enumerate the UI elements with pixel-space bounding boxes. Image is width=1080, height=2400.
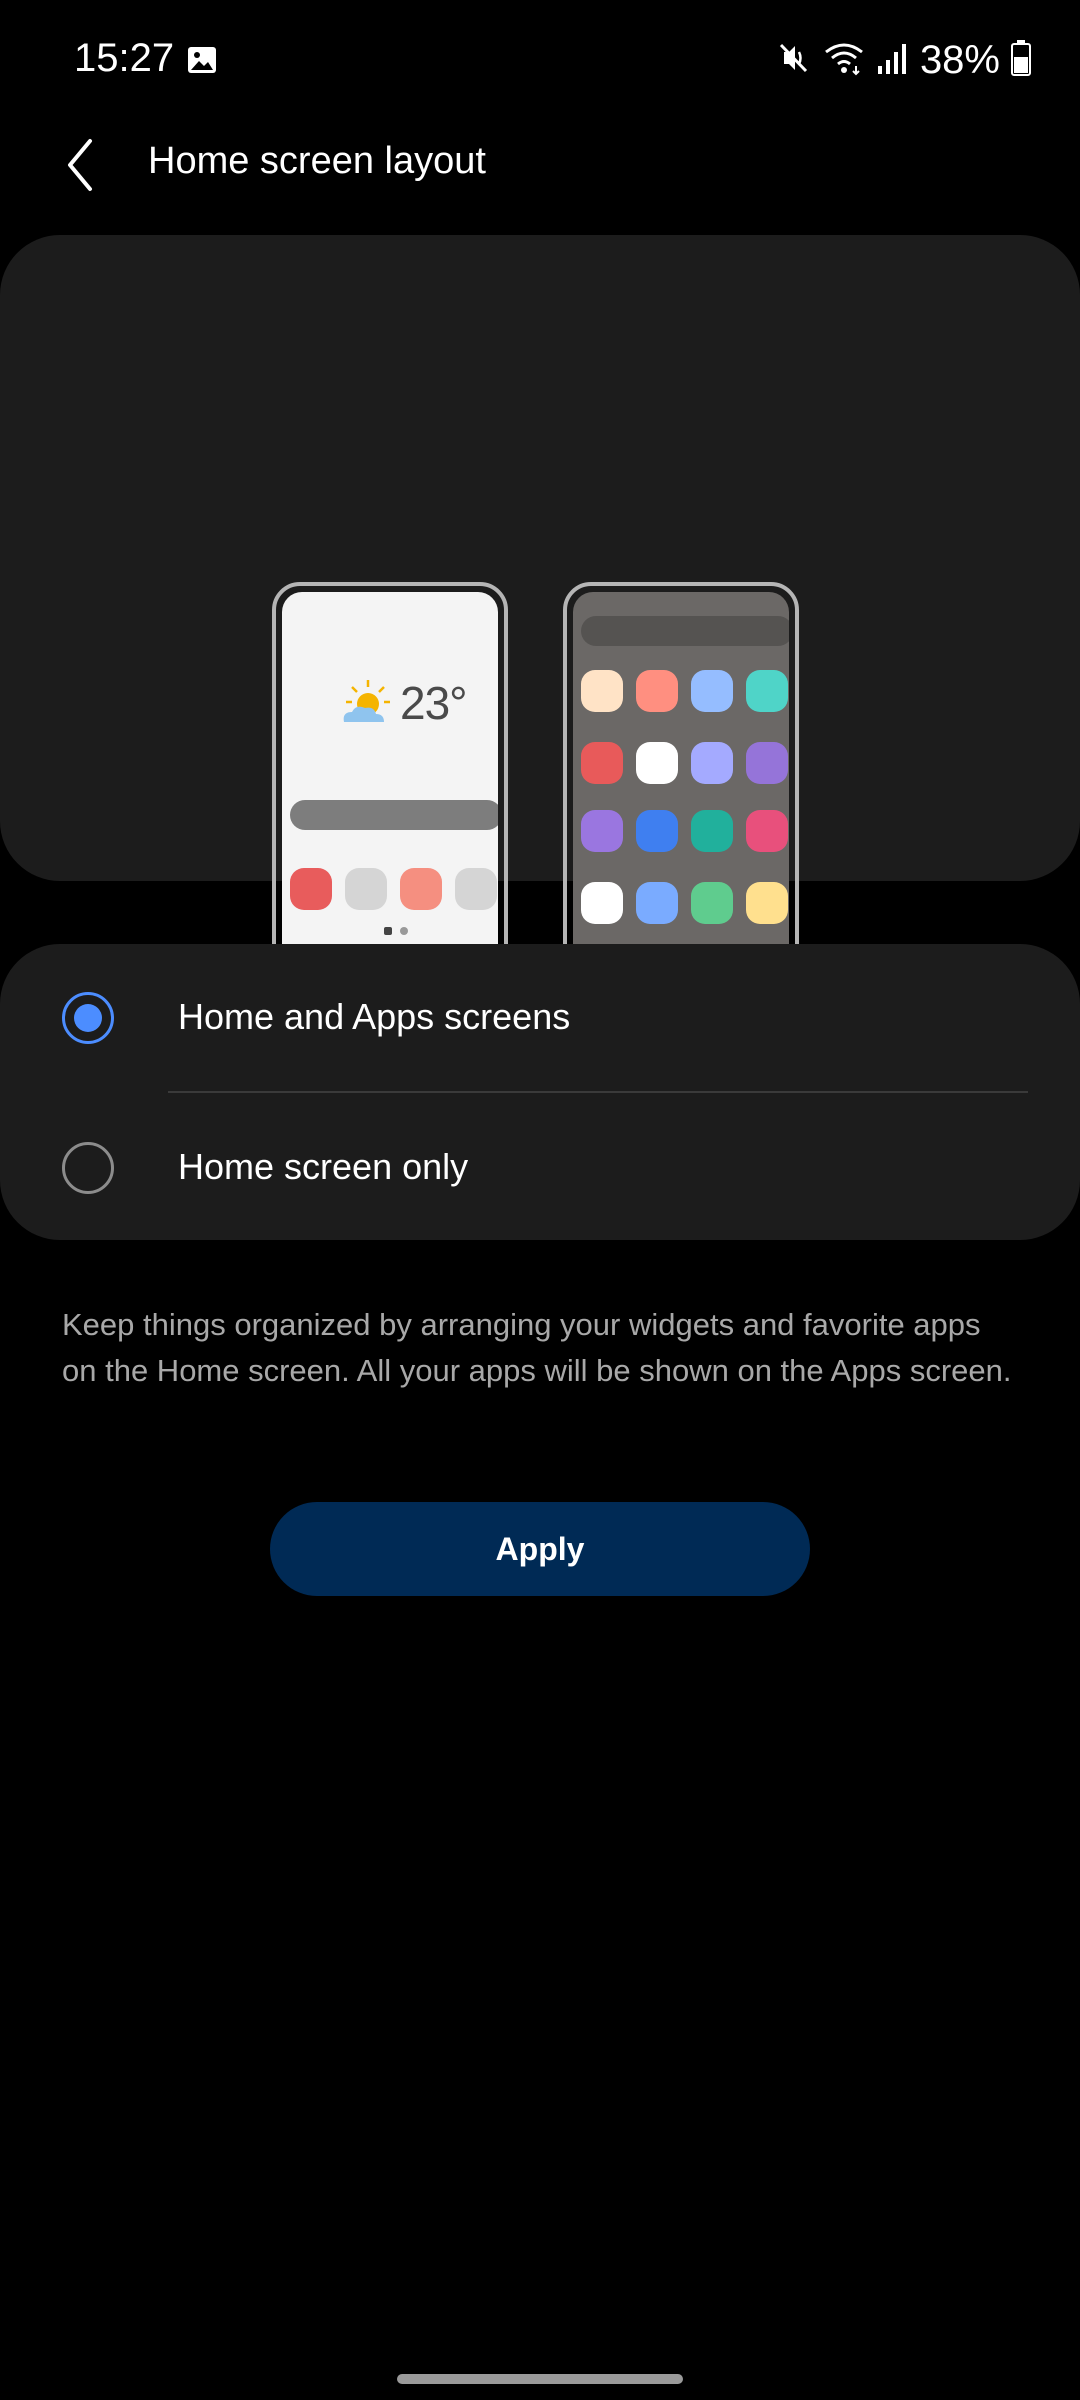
app-icon-placeholder: [746, 810, 788, 852]
app-icon-placeholder: [691, 810, 733, 852]
wifi-icon: [822, 40, 866, 81]
app-icon-placeholder: [746, 882, 788, 924]
app-icon-placeholder: [581, 670, 623, 712]
description-text: Keep things organized by arranging your …: [62, 1307, 1012, 1388]
battery-icon: [1010, 39, 1032, 82]
layout-options: Home and Apps screens Home screen only: [0, 944, 1080, 1240]
weather-widget: 23°: [338, 676, 468, 730]
status-icons: 38%: [776, 36, 1032, 84]
app-icon-placeholder: [691, 882, 733, 924]
option-home-only[interactable]: Home screen only: [0, 1092, 1080, 1240]
signal-icon: [876, 40, 910, 81]
app-icon-placeholder: [636, 742, 678, 784]
app-icon-placeholder: [345, 868, 387, 910]
temperature: 23°: [400, 677, 468, 729]
app-icon-placeholder: [746, 742, 788, 784]
app-icon-placeholder: [581, 882, 623, 924]
status-time: 15:27: [74, 36, 175, 80]
status-bar: 15:27 38%: [0, 0, 1080, 120]
search-bar-placeholder: [290, 800, 498, 830]
page-dot: [400, 927, 408, 935]
gallery-icon: [186, 44, 218, 81]
apply-button[interactable]: Apply: [270, 1502, 810, 1596]
option-home-and-apps[interactable]: Home and Apps screens: [0, 944, 1080, 1093]
app-icon-placeholder: [691, 670, 733, 712]
app-icon-placeholder: [400, 868, 442, 910]
app-icon-placeholder: [636, 670, 678, 712]
app-icon-placeholder: [691, 742, 733, 784]
back-button[interactable]: [50, 130, 110, 200]
radio-button-selected[interactable]: [62, 992, 114, 1044]
app-icon-placeholder: [636, 810, 678, 852]
app-icon-placeholder: [290, 868, 332, 910]
gesture-navigation-bar[interactable]: [397, 2374, 683, 2384]
option-label: Home and Apps screens: [178, 996, 571, 1037]
home-indicator-icon: [384, 927, 392, 935]
app-icon-placeholder: [636, 882, 678, 924]
chevron-left-icon: [68, 139, 92, 191]
app-icon-placeholder: [455, 868, 497, 910]
app-icon-placeholder: [746, 670, 788, 712]
radio-button-unselected[interactable]: [62, 1142, 114, 1194]
app-icon-placeholder: [581, 810, 623, 852]
page-title: Home screen layout: [148, 140, 486, 182]
option-label: Home screen only: [178, 1146, 469, 1187]
app-bar: Home screen layout: [0, 120, 1080, 206]
search-bar-placeholder: [581, 616, 789, 646]
layout-preview-card: 23°: [0, 235, 1080, 1018]
battery-percent: 38%: [919, 37, 1000, 82]
partly-sunny-icon: [343, 680, 390, 722]
app-icon-placeholder: [581, 742, 623, 784]
mute-icon: [776, 40, 812, 81]
